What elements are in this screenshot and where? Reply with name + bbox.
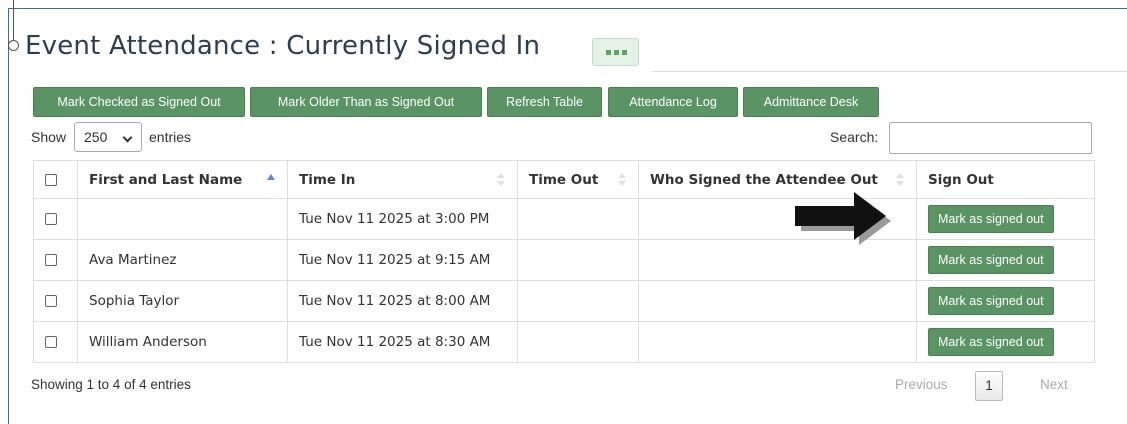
search-input[interactable]	[889, 122, 1092, 154]
table-row: William Anderson Tue Nov 11 2025 at 8:30…	[33, 321, 1095, 363]
name-cell: William Anderson	[77, 321, 288, 363]
row-checkbox[interactable]	[45, 295, 57, 307]
time-in-cell: Tue Nov 11 2025 at 9:15 AM	[287, 239, 518, 281]
table-row: Sophia Taylor Tue Nov 11 2025 at 8:00 AM…	[33, 280, 1095, 322]
time-in-cell: Tue Nov 11 2025 at 8:00 AM	[287, 280, 518, 322]
name-cell: Sophia Taylor	[77, 280, 288, 322]
title-divider	[653, 71, 1127, 72]
header-time-in-label: Time In	[299, 171, 356, 188]
table-header-row: First and Last Name Time In Time Out Who…	[33, 160, 1095, 199]
header-name-label: First and Last Name	[89, 171, 243, 188]
attendance-table: First and Last Name Time In Time Out Who…	[33, 160, 1095, 363]
signed-out-by-cell	[638, 280, 917, 322]
mark-older-signed-out-button[interactable]: Mark Older Than as Signed Out	[250, 87, 482, 117]
chevron-down-icon	[122, 132, 133, 143]
header-time-in[interactable]: Time In	[287, 160, 518, 199]
table-row: Tue Nov 11 2025 at 3:00 PM Mark as signe…	[33, 198, 1095, 240]
header-name[interactable]: First and Last Name	[77, 160, 288, 199]
sign-out-cell: Mark as signed out	[916, 198, 1095, 240]
time-in-cell: Tue Nov 11 2025 at 3:00 PM	[287, 198, 518, 240]
sort-ascending-icon	[267, 174, 275, 180]
pagination-next[interactable]: Next	[1040, 377, 1068, 392]
row-checkbox[interactable]	[45, 213, 57, 225]
row-select-cell	[33, 198, 78, 240]
row-select-cell	[33, 239, 78, 281]
select-all-checkbox[interactable]	[45, 173, 57, 186]
table-info: Showing 1 to 4 of 4 entries	[31, 377, 191, 392]
signed-out-by-cell	[638, 321, 917, 363]
time-out-cell	[517, 321, 639, 363]
header-select-all[interactable]	[33, 160, 78, 199]
mark-checked-signed-out-button[interactable]: Mark Checked as Signed Out	[33, 87, 245, 117]
header-time-out-label: Time Out	[529, 171, 599, 188]
sort-icon	[497, 173, 505, 187]
header-sign-out: Sign Out	[916, 160, 1095, 199]
ellipsis-icon	[606, 50, 627, 55]
name-cell: Ava Martinez	[77, 239, 288, 281]
pagination-previous[interactable]: Previous	[895, 377, 948, 392]
header-signed-out-by-label: Who Signed the Attendee Out	[650, 171, 878, 188]
entries-select[interactable]: 250	[74, 122, 142, 152]
time-out-cell	[517, 198, 639, 240]
show-label: Show	[31, 129, 67, 145]
sign-out-cell: Mark as signed out	[916, 239, 1095, 281]
row-checkbox[interactable]	[45, 336, 57, 348]
time-out-cell	[517, 239, 639, 281]
name-cell	[77, 198, 288, 240]
header-time-out[interactable]: Time Out	[517, 160, 639, 199]
mark-signed-out-button[interactable]: Mark as signed out	[928, 328, 1054, 356]
table-row: Ava Martinez Tue Nov 11 2025 at 9:15 AM …	[33, 239, 1095, 281]
time-in-cell: Tue Nov 11 2025 at 8:30 AM	[287, 321, 518, 363]
sort-icon	[618, 173, 626, 187]
sort-icon	[896, 173, 904, 187]
sign-out-cell: Mark as signed out	[916, 321, 1095, 363]
admittance-desk-button[interactable]: Admittance Desk	[743, 87, 879, 117]
row-select-cell	[33, 321, 78, 363]
entries-select-value: 250	[84, 129, 108, 145]
mark-signed-out-button[interactable]: Mark as signed out	[928, 205, 1054, 233]
sign-out-cell: Mark as signed out	[916, 280, 1095, 322]
mark-signed-out-button[interactable]: Mark as signed out	[928, 246, 1054, 274]
header-sign-out-label: Sign Out	[928, 171, 994, 188]
attendance-log-button[interactable]: Attendance Log	[608, 87, 738, 117]
time-out-cell	[517, 280, 639, 322]
refresh-table-button[interactable]: Refresh Table	[487, 87, 602, 117]
arrow-right-icon	[795, 192, 891, 245]
row-select-cell	[33, 280, 78, 322]
mark-signed-out-button[interactable]: Mark as signed out	[928, 287, 1054, 315]
timeline-dot	[8, 40, 19, 51]
entries-label: entries	[149, 129, 192, 145]
more-options-button[interactable]	[592, 38, 639, 66]
search-label: Search:	[830, 129, 879, 145]
pagination-page-1[interactable]: 1	[975, 371, 1003, 401]
page-title: Event Attendance : Currently Signed In	[25, 31, 541, 61]
row-checkbox[interactable]	[45, 254, 57, 266]
